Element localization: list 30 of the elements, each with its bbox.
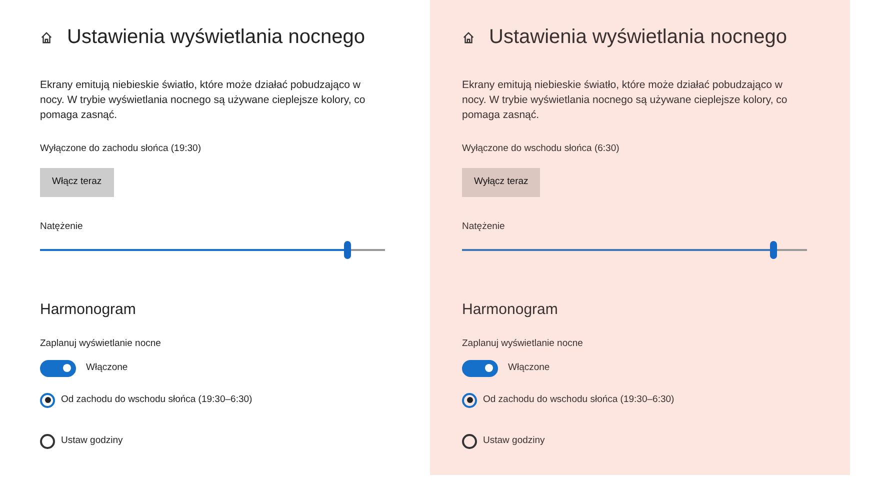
radio-label[interactable]: Od zachodu do wschodu słońca (19:30–6:30) [61,392,252,408]
home-icon[interactable] [40,30,53,44]
section-heading: Harmonogram [462,300,559,320]
radio-label[interactable]: Od zachodu do wschodu słońca (19:30–6:30) [483,392,674,408]
setting-label: Zaplanuj wyświetlanie nocne [40,337,162,352]
slider-label: Natężenie [462,220,506,234]
slider-label: Natężenie [40,220,84,234]
radio-button[interactable] [462,392,477,408]
home-icon[interactable] [462,30,475,44]
status-text: Wyłączone do zachodu słońca (19:30) [40,142,202,156]
slider-thumb[interactable] [770,240,776,259]
toggle-label: Włączone [86,360,128,375]
toggle-now-button[interactable]: Włącz teraz [40,168,114,196]
page-title: Ustawienia wyświetlania nocnego [489,25,787,50]
description-text: Ekrany emitują niebieskie światło, które może działać pobudzająco w nocy. W trybie wyświetlania nocnego są używane cieplejsze kolory, co pomaga zasnąć. [40,78,366,123]
status-text: Wyłączone do wschodu słońca (6:30) [462,142,620,156]
radio-button[interactable] [40,434,55,448]
radio-label[interactable]: Ustaw godziny [61,434,123,448]
radio-button[interactable] [40,392,55,408]
toggle-label: Włączone [508,360,550,375]
toggle-now-button[interactable]: Wyłącz teraz [462,168,540,196]
description-text: Ekrany emitują niebieskie światło, które może działać pobudzająco w nocy. W trybie wyświetlania nocnego są używane cieplejsze kolory, co pomaga zasnąć. [462,78,788,123]
slider-thumb[interactable] [344,240,352,259]
toggle-switch[interactable] [40,360,76,376]
section-heading: Harmonogram [40,300,137,320]
page-title: Ustawienia wyświetlania nocnego [67,25,365,50]
toggle-switch[interactable] [462,360,498,376]
setting-label: Zaplanuj wyświetlanie nocne [462,337,584,352]
radio-button[interactable] [462,434,477,448]
radio-label[interactable]: Ustaw godziny [483,434,545,448]
